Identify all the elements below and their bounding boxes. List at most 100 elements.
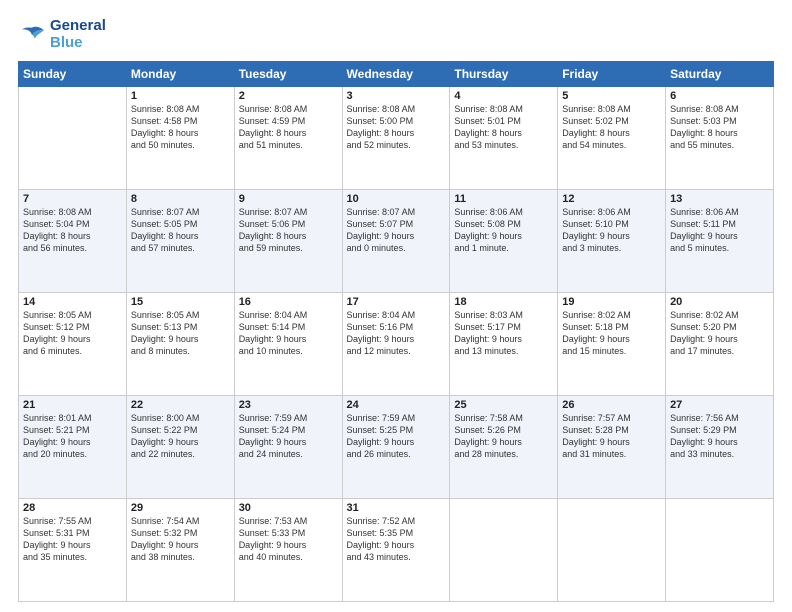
calendar-cell: 19Sunrise: 8:02 AMSunset: 5:18 PMDayligh… (558, 293, 666, 396)
weekday-header: Sunday (19, 62, 127, 87)
weekday-header: Saturday (666, 62, 774, 87)
day-number: 2 (239, 90, 338, 102)
day-info: Sunrise: 8:08 AMSunset: 5:03 PMDaylight:… (670, 103, 769, 152)
calendar-cell: 9Sunrise: 8:07 AMSunset: 5:06 PMDaylight… (234, 190, 342, 293)
day-number: 24 (347, 399, 446, 411)
logo-text: General Blue (50, 18, 106, 51)
calendar-cell: 21Sunrise: 8:01 AMSunset: 5:21 PMDayligh… (19, 396, 127, 499)
calendar-cell: 14Sunrise: 8:05 AMSunset: 5:12 PMDayligh… (19, 293, 127, 396)
day-number: 19 (562, 296, 661, 308)
day-number: 18 (454, 296, 553, 308)
calendar-cell: 16Sunrise: 8:04 AMSunset: 5:14 PMDayligh… (234, 293, 342, 396)
day-number: 31 (347, 502, 446, 514)
calendar-week-row: 1Sunrise: 8:08 AMSunset: 4:58 PMDaylight… (19, 87, 774, 190)
day-number: 27 (670, 399, 769, 411)
day-info: Sunrise: 8:07 AMSunset: 5:07 PMDaylight:… (347, 206, 446, 255)
day-info: Sunrise: 8:03 AMSunset: 5:17 PMDaylight:… (454, 309, 553, 358)
day-info: Sunrise: 8:04 AMSunset: 5:14 PMDaylight:… (239, 309, 338, 358)
day-info: Sunrise: 8:00 AMSunset: 5:22 PMDaylight:… (131, 412, 230, 461)
calendar-cell: 25Sunrise: 7:58 AMSunset: 5:26 PMDayligh… (450, 396, 558, 499)
day-number: 28 (23, 502, 122, 514)
calendar-cell: 30Sunrise: 7:53 AMSunset: 5:33 PMDayligh… (234, 499, 342, 602)
calendar-cell: 6Sunrise: 8:08 AMSunset: 5:03 PMDaylight… (666, 87, 774, 190)
calendar-cell: 4Sunrise: 8:08 AMSunset: 5:01 PMDaylight… (450, 87, 558, 190)
day-info: Sunrise: 8:02 AMSunset: 5:18 PMDaylight:… (562, 309, 661, 358)
day-info: Sunrise: 7:55 AMSunset: 5:31 PMDaylight:… (23, 515, 122, 564)
day-info: Sunrise: 8:04 AMSunset: 5:16 PMDaylight:… (347, 309, 446, 358)
day-info: Sunrise: 8:08 AMSunset: 4:58 PMDaylight:… (131, 103, 230, 152)
day-number: 9 (239, 193, 338, 205)
page: General Blue SundayMondayTuesdayWednesda… (0, 0, 792, 612)
day-number: 17 (347, 296, 446, 308)
day-info: Sunrise: 7:58 AMSunset: 5:26 PMDaylight:… (454, 412, 553, 461)
day-info: Sunrise: 8:08 AMSunset: 5:04 PMDaylight:… (23, 206, 122, 255)
day-number: 13 (670, 193, 769, 205)
weekday-header: Thursday (450, 62, 558, 87)
day-number: 8 (131, 193, 230, 205)
calendar-cell: 12Sunrise: 8:06 AMSunset: 5:10 PMDayligh… (558, 190, 666, 293)
calendar-table: SundayMondayTuesdayWednesdayThursdayFrid… (18, 61, 774, 602)
day-info: Sunrise: 8:01 AMSunset: 5:21 PMDaylight:… (23, 412, 122, 461)
calendar-cell: 23Sunrise: 7:59 AMSunset: 5:24 PMDayligh… (234, 396, 342, 499)
day-number: 6 (670, 90, 769, 102)
weekday-header: Tuesday (234, 62, 342, 87)
calendar-cell: 10Sunrise: 8:07 AMSunset: 5:07 PMDayligh… (342, 190, 450, 293)
calendar-header-row: SundayMondayTuesdayWednesdayThursdayFrid… (19, 62, 774, 87)
day-info: Sunrise: 7:59 AMSunset: 5:25 PMDaylight:… (347, 412, 446, 461)
calendar-cell: 15Sunrise: 8:05 AMSunset: 5:13 PMDayligh… (126, 293, 234, 396)
day-info: Sunrise: 8:05 AMSunset: 5:13 PMDaylight:… (131, 309, 230, 358)
calendar-cell: 13Sunrise: 8:06 AMSunset: 5:11 PMDayligh… (666, 190, 774, 293)
day-info: Sunrise: 8:07 AMSunset: 5:06 PMDaylight:… (239, 206, 338, 255)
calendar-cell: 3Sunrise: 8:08 AMSunset: 5:00 PMDaylight… (342, 87, 450, 190)
calendar-cell: 5Sunrise: 8:08 AMSunset: 5:02 PMDaylight… (558, 87, 666, 190)
calendar-cell: 31Sunrise: 7:52 AMSunset: 5:35 PMDayligh… (342, 499, 450, 602)
header: General Blue (18, 18, 774, 51)
day-info: Sunrise: 7:52 AMSunset: 5:35 PMDaylight:… (347, 515, 446, 564)
day-number: 3 (347, 90, 446, 102)
day-info: Sunrise: 8:08 AMSunset: 5:00 PMDaylight:… (347, 103, 446, 152)
calendar-cell: 18Sunrise: 8:03 AMSunset: 5:17 PMDayligh… (450, 293, 558, 396)
calendar-cell: 22Sunrise: 8:00 AMSunset: 5:22 PMDayligh… (126, 396, 234, 499)
calendar-cell: 29Sunrise: 7:54 AMSunset: 5:32 PMDayligh… (126, 499, 234, 602)
day-number: 10 (347, 193, 446, 205)
day-info: Sunrise: 8:05 AMSunset: 5:12 PMDaylight:… (23, 309, 122, 358)
weekday-header: Friday (558, 62, 666, 87)
calendar-cell (666, 499, 774, 602)
day-info: Sunrise: 8:06 AMSunset: 5:11 PMDaylight:… (670, 206, 769, 255)
day-info: Sunrise: 8:08 AMSunset: 4:59 PMDaylight:… (239, 103, 338, 152)
calendar-week-row: 21Sunrise: 8:01 AMSunset: 5:21 PMDayligh… (19, 396, 774, 499)
calendar-cell: 27Sunrise: 7:56 AMSunset: 5:29 PMDayligh… (666, 396, 774, 499)
calendar-cell (19, 87, 127, 190)
calendar-cell (558, 499, 666, 602)
day-number: 5 (562, 90, 661, 102)
logo-icon (18, 24, 46, 46)
day-number: 14 (23, 296, 122, 308)
day-number: 15 (131, 296, 230, 308)
day-number: 20 (670, 296, 769, 308)
logo: General Blue (18, 18, 106, 51)
calendar-cell: 26Sunrise: 7:57 AMSunset: 5:28 PMDayligh… (558, 396, 666, 499)
calendar-cell: 2Sunrise: 8:08 AMSunset: 4:59 PMDaylight… (234, 87, 342, 190)
day-number: 16 (239, 296, 338, 308)
calendar-week-row: 28Sunrise: 7:55 AMSunset: 5:31 PMDayligh… (19, 499, 774, 602)
weekday-header: Wednesday (342, 62, 450, 87)
calendar-cell: 24Sunrise: 7:59 AMSunset: 5:25 PMDayligh… (342, 396, 450, 499)
day-number: 12 (562, 193, 661, 205)
day-info: Sunrise: 7:53 AMSunset: 5:33 PMDaylight:… (239, 515, 338, 564)
weekday-header: Monday (126, 62, 234, 87)
day-number: 26 (562, 399, 661, 411)
day-number: 21 (23, 399, 122, 411)
day-info: Sunrise: 8:02 AMSunset: 5:20 PMDaylight:… (670, 309, 769, 358)
day-number: 11 (454, 193, 553, 205)
calendar-cell: 28Sunrise: 7:55 AMSunset: 5:31 PMDayligh… (19, 499, 127, 602)
calendar-cell: 7Sunrise: 8:08 AMSunset: 5:04 PMDaylight… (19, 190, 127, 293)
calendar-cell: 11Sunrise: 8:06 AMSunset: 5:08 PMDayligh… (450, 190, 558, 293)
day-number: 7 (23, 193, 122, 205)
calendar-week-row: 7Sunrise: 8:08 AMSunset: 5:04 PMDaylight… (19, 190, 774, 293)
day-info: Sunrise: 8:08 AMSunset: 5:02 PMDaylight:… (562, 103, 661, 152)
day-number: 1 (131, 90, 230, 102)
calendar-cell: 17Sunrise: 8:04 AMSunset: 5:16 PMDayligh… (342, 293, 450, 396)
calendar-week-row: 14Sunrise: 8:05 AMSunset: 5:12 PMDayligh… (19, 293, 774, 396)
calendar-cell: 20Sunrise: 8:02 AMSunset: 5:20 PMDayligh… (666, 293, 774, 396)
day-number: 22 (131, 399, 230, 411)
